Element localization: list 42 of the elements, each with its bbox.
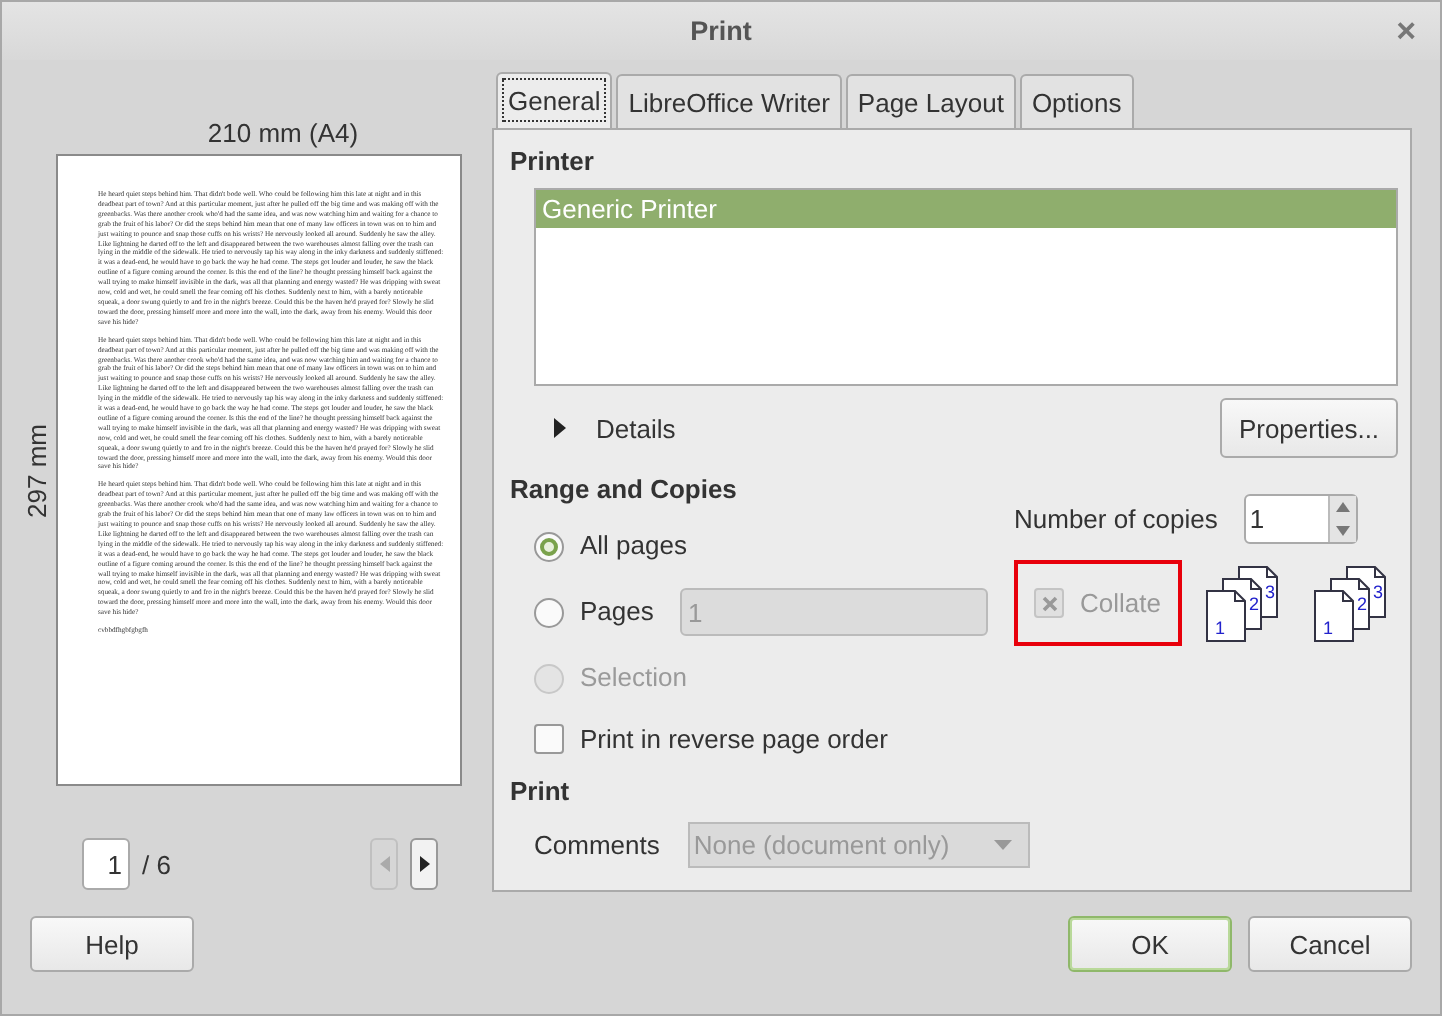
tab[interactable]: Page Layout: [845, 74, 1016, 128]
page-number: 2: [1249, 593, 1259, 613]
tab[interactable]: LibreOffice Writer: [616, 74, 842, 128]
dialog-button[interactable]: OK: [1068, 916, 1232, 972]
dropdown-arrow-icon: [993, 840, 1012, 850]
dialog-button[interactable]: Help: [30, 916, 194, 972]
page-count: / 6: [142, 849, 171, 879]
page-number: 2: [1357, 593, 1367, 613]
page-number: 1: [1215, 617, 1225, 637]
copies-label: Number of copies: [1014, 504, 1218, 534]
details-expander[interactable]: Details: [554, 413, 676, 443]
cross-mark-icon: [1041, 595, 1057, 611]
page-height-label: 297 mm: [22, 423, 54, 517]
tab[interactable]: Options: [1019, 74, 1134, 128]
left-arrow-icon: [379, 856, 390, 872]
spin-up-icon[interactable]: [1335, 502, 1350, 513]
properties-button[interactable]: Properties...: [1220, 398, 1398, 458]
checkbox-label: Print in reverse page order: [580, 723, 888, 753]
dialog-button[interactable]: Cancel: [1248, 916, 1412, 972]
spin-down-icon[interactable]: [1335, 525, 1350, 536]
right-arrow-icon: [419, 856, 430, 872]
radio-label: All pages: [580, 530, 687, 562]
section-heading: Range and Copies: [510, 474, 739, 504]
comments-label: Comments: [534, 830, 660, 860]
window-title: Print: [690, 16, 752, 46]
section-heading: Print: [510, 776, 572, 806]
radio-label: Pages: [580, 596, 656, 628]
radio-label: Selection: [580, 662, 687, 694]
checkbox[interactable]: [534, 723, 564, 753]
tab[interactable]: General: [496, 72, 613, 128]
page-number-field[interactable]: 1: [82, 838, 130, 890]
page-width-label: 210 mm (A4): [207, 118, 359, 148]
page-number: 1: [1323, 617, 1333, 637]
page-number: 3: [1265, 581, 1275, 601]
collate-label: Collate: [1080, 588, 1161, 618]
section-heading: Printer: [510, 146, 596, 176]
copies-spinbox[interactable]: 1: [1243, 494, 1358, 544]
radio-button[interactable]: [534, 531, 564, 561]
expander-arrow-icon: [554, 418, 568, 438]
page-number: 3: [1373, 581, 1383, 601]
next-page-button[interactable]: [410, 838, 439, 890]
radio-button[interactable]: [534, 597, 564, 627]
